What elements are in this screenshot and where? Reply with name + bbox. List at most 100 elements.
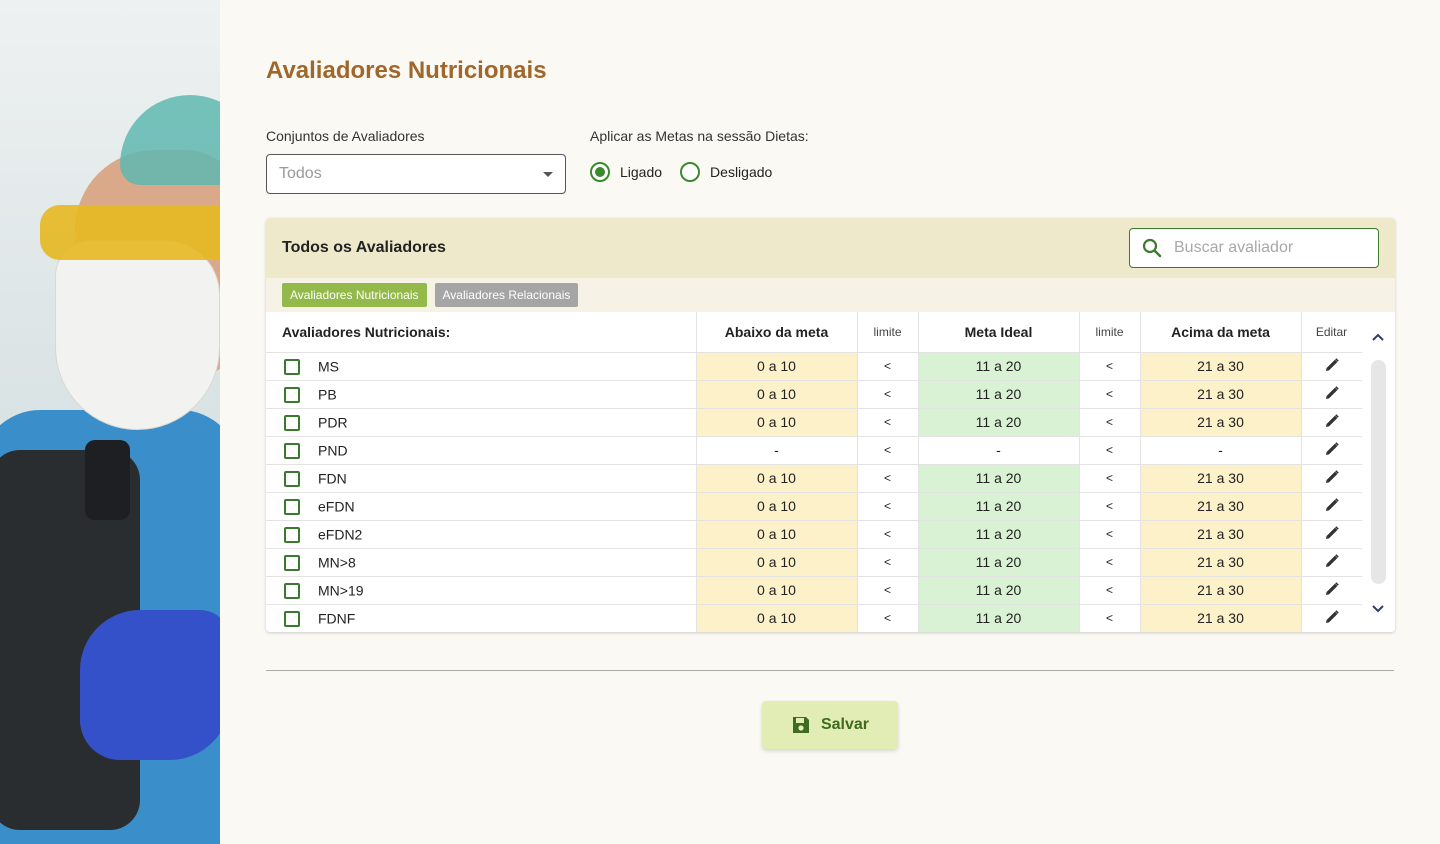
radio-desligado-label: Desligado [710,164,773,180]
row-edit-cell [1301,380,1363,409]
row-edit-cell [1301,520,1363,549]
row-below: 0 a 10 [696,408,858,437]
radio-selected-dot [595,167,605,177]
row-name-cell: MN>19 [266,576,697,605]
radio-desligado[interactable]: Desligado [680,162,772,182]
row-edit-cell [1301,352,1363,381]
edit-button[interactable] [1324,469,1340,485]
row-above: 21 a 30 [1140,548,1302,577]
pencil-icon [1325,553,1339,567]
row-checkbox[interactable] [284,498,300,515]
card-header: Todos os Avaliadores [266,218,1395,278]
row-edit-cell [1301,576,1363,605]
row-name-cell: PB [266,380,697,409]
row-limit1: < [857,492,919,521]
row-name-cell: FDN [266,464,697,493]
row-ideal: 11 a 20 [918,492,1080,521]
set-select-value: Todos [279,165,322,182]
row-checkbox[interactable] [284,386,300,403]
search-input[interactable] [1174,239,1354,257]
row-name-cell: PDR [266,408,697,437]
row-above: 21 a 30 [1140,408,1302,437]
floppy-disk-icon [792,717,809,733]
row-limit1: < [857,408,919,437]
goals-radio-group: Ligado Desligado [590,162,772,182]
row-limit2: < [1079,436,1141,465]
evaluators-table: Avaliadores Nutricionais: Abaixo da meta… [266,312,1363,632]
table-scrollbar[interactable] [1362,312,1395,632]
edit-button[interactable] [1324,413,1340,429]
edit-button[interactable] [1324,441,1340,457]
row-ideal: 11 a 20 [918,604,1080,632]
row-limit1: < [857,576,919,605]
row-checkbox[interactable] [284,358,300,375]
table-row: PB 0 a 10 <11 a 20 <21 a 30 [266,380,1363,409]
edit-button[interactable] [1324,497,1340,513]
set-select[interactable]: Todos [266,154,566,194]
table-header-row: Avaliadores Nutricionais: Abaixo da meta… [266,312,1363,353]
row-checkbox[interactable] [284,470,300,487]
radio-ligado-circle[interactable] [590,162,610,182]
row-name-cell: PND [266,436,697,465]
row-limit1: < [857,436,919,465]
edit-button[interactable] [1324,609,1340,625]
row-ideal: 11 a 20 [918,520,1080,549]
row-checkbox[interactable] [284,414,300,431]
edit-button[interactable] [1324,525,1340,541]
chevron-up-icon[interactable] [1370,330,1386,346]
edit-button[interactable] [1324,553,1340,569]
search-box[interactable] [1129,228,1379,268]
tab-relational[interactable]: Avaliadores Relacionais [434,283,579,307]
row-checkbox[interactable] [284,582,300,599]
radio-desligado-circle[interactable] [680,162,701,182]
search-icon [1142,238,1162,258]
hero-photo [0,0,220,844]
pencil-icon [1325,497,1339,511]
table-row: MN>8 0 a 10 <11 a 20 <21 a 30 [266,548,1363,577]
edit-button[interactable] [1324,385,1340,401]
row-edit-cell [1301,436,1363,465]
edit-button[interactable] [1324,581,1340,597]
tab-nutritional[interactable]: Avaliadores Nutricionais [282,283,427,307]
page-title: Avaliadores Nutricionais [266,57,547,84]
row-below: 0 a 10 [696,380,858,409]
row-edit-cell [1301,548,1363,577]
row-ideal: 11 a 20 [918,576,1080,605]
row-below: 0 a 10 [696,464,858,493]
row-name: MS [318,358,339,375]
table-row: eFDN 0 a 10 <11 a 20 <21 a 30 [266,492,1363,521]
row-below: - [696,436,858,465]
row-ideal: 11 a 20 [918,548,1080,577]
row-above: 21 a 30 [1140,380,1302,409]
row-ideal: 11 a 20 [918,408,1080,437]
save-button[interactable]: Salvar [762,701,898,749]
row-name-cell: MN>8 [266,548,697,577]
table-row: FDNF 0 a 10 <11 a 20 <21 a 30 [266,604,1363,632]
edit-button[interactable] [1324,357,1340,373]
row-above: - [1140,436,1302,465]
photo-goggles [40,205,220,260]
row-checkbox[interactable] [284,554,300,571]
section-divider [266,670,1394,671]
row-edit-cell [1301,408,1363,437]
pencil-icon [1325,469,1339,483]
scroll-thumb[interactable] [1371,360,1386,584]
row-checkbox[interactable] [284,610,300,627]
row-name-cell: eFDN [266,492,697,521]
row-checkbox[interactable] [284,526,300,543]
row-name: FDN [318,470,347,487]
row-ideal: 11 a 20 [918,464,1080,493]
radio-ligado[interactable]: Ligado [590,162,662,182]
row-ideal: 11 a 20 [918,352,1080,381]
row-above: 21 a 30 [1140,604,1302,632]
row-below: 0 a 10 [696,576,858,605]
row-edit-cell [1301,604,1363,632]
col-header-limit1: limite [857,312,919,353]
row-name: MN>8 [318,554,356,571]
row-limit2: < [1079,408,1141,437]
row-checkbox[interactable] [284,442,300,459]
row-limit1: < [857,520,919,549]
chevron-down-icon[interactable] [1370,600,1386,616]
table-row: FDN 0 a 10 <11 a 20 <21 a 30 [266,464,1363,493]
row-name-cell: eFDN2 [266,520,697,549]
